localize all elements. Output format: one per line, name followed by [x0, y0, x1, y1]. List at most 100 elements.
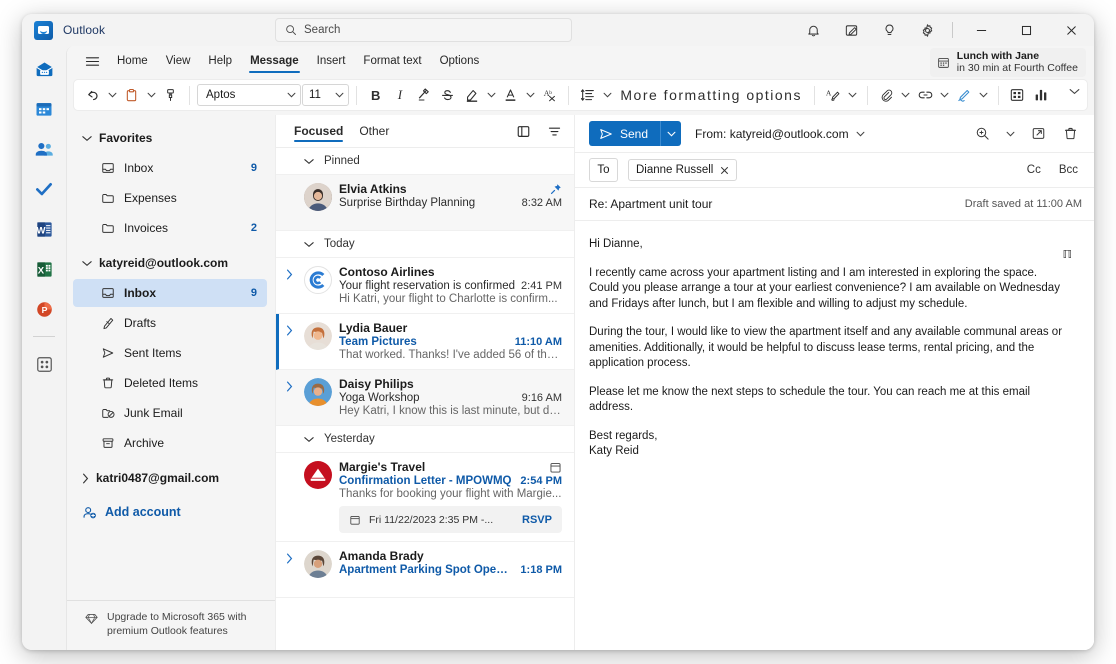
table-row[interactable]: Amanda Brady Apartment Parking Spot Open…: [276, 542, 574, 598]
calendar-reminder[interactable]: Lunch with Jane in 30 min at Fourth Coff…: [930, 48, 1086, 77]
format-painter-button[interactable]: [159, 82, 182, 108]
tips-lightbulb-icon[interactable]: [870, 14, 908, 46]
poll-button[interactable]: [1030, 82, 1053, 108]
undo-button[interactable]: [81, 82, 104, 108]
table-row[interactable]: Daisy Philips Yoga Workshop 9:16 AM Hey …: [276, 370, 574, 426]
folder-item-junk[interactable]: Junk Email: [73, 399, 267, 427]
maximize-button[interactable]: [1004, 14, 1049, 46]
highlight-chevron-down-icon[interactable]: [484, 82, 498, 108]
table-row[interactable]: Margie's Travel Confir: [276, 453, 574, 542]
popout-icon[interactable]: [1026, 121, 1050, 147]
insert-link-button[interactable]: [914, 82, 937, 108]
ribbon-tab-message[interactable]: Message: [242, 51, 307, 72]
search-input[interactable]: Search: [275, 18, 572, 42]
ribbon-menu-hamburger-icon[interactable]: [77, 49, 107, 75]
rail-item-todo[interactable]: [29, 174, 59, 204]
subject-input[interactable]: Re: Apartment unit tour: [589, 197, 965, 211]
folder-item-expenses[interactable]: Expenses: [73, 184, 267, 212]
reading-pane-icon[interactable]: [516, 124, 531, 139]
clear-formatting-button[interactable]: A b: [538, 82, 561, 108]
settings-gear-icon[interactable]: [908, 14, 946, 46]
signature-chevron-down-icon[interactable]: [977, 82, 991, 108]
message-list-scroll[interactable]: Pinned: [276, 148, 574, 650]
section-header-pinned[interactable]: Pinned: [276, 148, 574, 175]
ribbon-expand-chevron-down-icon[interactable]: [1069, 88, 1080, 95]
folder-item-favorites-inbox[interactable]: Inbox 9: [73, 154, 267, 182]
expand-thread-chevron-right-icon[interactable]: [286, 265, 297, 305]
bcc-button[interactable]: Bcc: [1055, 164, 1082, 176]
font-size-select[interactable]: 11: [302, 84, 349, 106]
folder-item-drafts[interactable]: Drafts: [73, 309, 267, 337]
attach-file-button[interactable]: [875, 82, 898, 108]
link-chevron-down-icon[interactable]: [938, 82, 952, 108]
send-button[interactable]: Send: [589, 121, 660, 146]
italic-button[interactable]: I: [388, 82, 411, 108]
note-edit-icon[interactable]: [832, 14, 870, 46]
table-row[interactable]: Contoso Airlines Your flight reservation…: [276, 258, 574, 314]
table-row[interactable]: Elvia Atkins Surprise: [276, 175, 574, 231]
rail-item-calendar[interactable]: [29, 94, 59, 124]
spacing-chevron-down-icon[interactable]: [600, 82, 614, 108]
editor-chevron-down-icon[interactable]: [846, 82, 860, 108]
zoom-chevron-down-icon[interactable]: [1002, 121, 1018, 147]
signature-button[interactable]: [953, 82, 976, 108]
remove-recipient-close-icon[interactable]: [720, 166, 729, 175]
send-options-chevron-down-icon[interactable]: [660, 121, 681, 146]
ribbon-tab-help[interactable]: Help: [200, 51, 240, 72]
paste-button[interactable]: [120, 82, 143, 108]
cc-button[interactable]: Cc: [1023, 164, 1045, 176]
folder-item-invoices[interactable]: Invoices 2: [73, 214, 267, 242]
font-family-select[interactable]: Aptos: [197, 84, 301, 106]
add-account-button[interactable]: Add account: [73, 497, 267, 527]
from-selector[interactable]: From: katyreid@outlook.com: [695, 127, 865, 141]
rail-item-mail[interactable]: [29, 54, 59, 84]
text-highlight-color-button[interactable]: [460, 82, 483, 108]
folder-item-deleted[interactable]: Deleted Items: [73, 369, 267, 397]
event-rsvp-card[interactable]: Fri 11/22/2023 2:35 PM -... RSVP: [339, 506, 562, 533]
font-color-chevron-down-icon[interactable]: [523, 82, 537, 108]
zoom-icon[interactable]: [970, 121, 994, 147]
bold-button[interactable]: B: [364, 82, 387, 108]
attach-chevron-down-icon[interactable]: [899, 82, 913, 108]
folder-group-account-gmail[interactable]: katri0487@gmail.com: [73, 464, 267, 492]
expand-thread-chevron-right-icon[interactable]: [286, 321, 297, 361]
font-color-button[interactable]: [499, 82, 522, 108]
section-header-today[interactable]: Today: [276, 231, 574, 258]
recipient-pill[interactable]: Dianne Russell: [628, 159, 737, 181]
upgrade-promo[interactable]: Upgrade to Microsoft 365 with premium Ou…: [67, 600, 275, 650]
folder-group-account-outlook[interactable]: katyreid@outlook.com: [73, 249, 267, 277]
rsvp-button[interactable]: RSVP: [522, 514, 552, 526]
editor-button[interactable]: A: [822, 82, 845, 108]
pin-icon[interactable]: [550, 183, 562, 195]
paragraph-spacing-button[interactable]: [576, 82, 599, 108]
filter-icon[interactable]: [547, 124, 562, 139]
rail-item-people[interactable]: [29, 134, 59, 164]
strikethrough-button[interactable]: [436, 82, 459, 108]
ribbon-tab-home[interactable]: Home: [109, 51, 156, 72]
rail-item-word[interactable]: W: [29, 214, 59, 244]
section-header-yesterday[interactable]: Yesterday: [276, 426, 574, 453]
table-row[interactable]: Lydia Bauer Team Pictures 11:10 AM That …: [276, 314, 574, 370]
minimize-button[interactable]: [959, 14, 1004, 46]
discard-trash-icon[interactable]: [1058, 121, 1082, 147]
paste-chevron-down-icon[interactable]: [144, 82, 158, 108]
ribbon-tab-view[interactable]: View: [158, 51, 199, 72]
notifications-bell-icon[interactable]: [794, 14, 832, 46]
close-button[interactable]: [1049, 14, 1094, 46]
to-button[interactable]: To: [589, 158, 618, 182]
message-body-editor[interactable]: Hi Dianne, I recently came across your a…: [575, 221, 1094, 650]
rail-item-excel[interactable]: X: [29, 254, 59, 284]
ribbon-tab-format-text[interactable]: Format text: [355, 51, 429, 72]
ribbon-tab-options[interactable]: Options: [432, 51, 488, 72]
undo-chevron-down-icon[interactable]: [105, 82, 119, 108]
ribbon-tab-insert[interactable]: Insert: [309, 51, 354, 72]
rail-item-powerpoint[interactable]: P: [29, 294, 59, 324]
tab-focused[interactable]: Focused: [294, 120, 343, 142]
more-options-button[interactable]: More formatting options: [615, 82, 807, 108]
underline-button[interactable]: [412, 82, 435, 108]
folder-item-inbox[interactable]: Inbox 9: [73, 279, 267, 307]
tab-other[interactable]: Other: [359, 120, 389, 142]
folder-item-archive[interactable]: Archive: [73, 429, 267, 457]
rail-item-apps[interactable]: [29, 349, 59, 379]
expand-thread-chevron-right-icon[interactable]: [286, 377, 297, 417]
